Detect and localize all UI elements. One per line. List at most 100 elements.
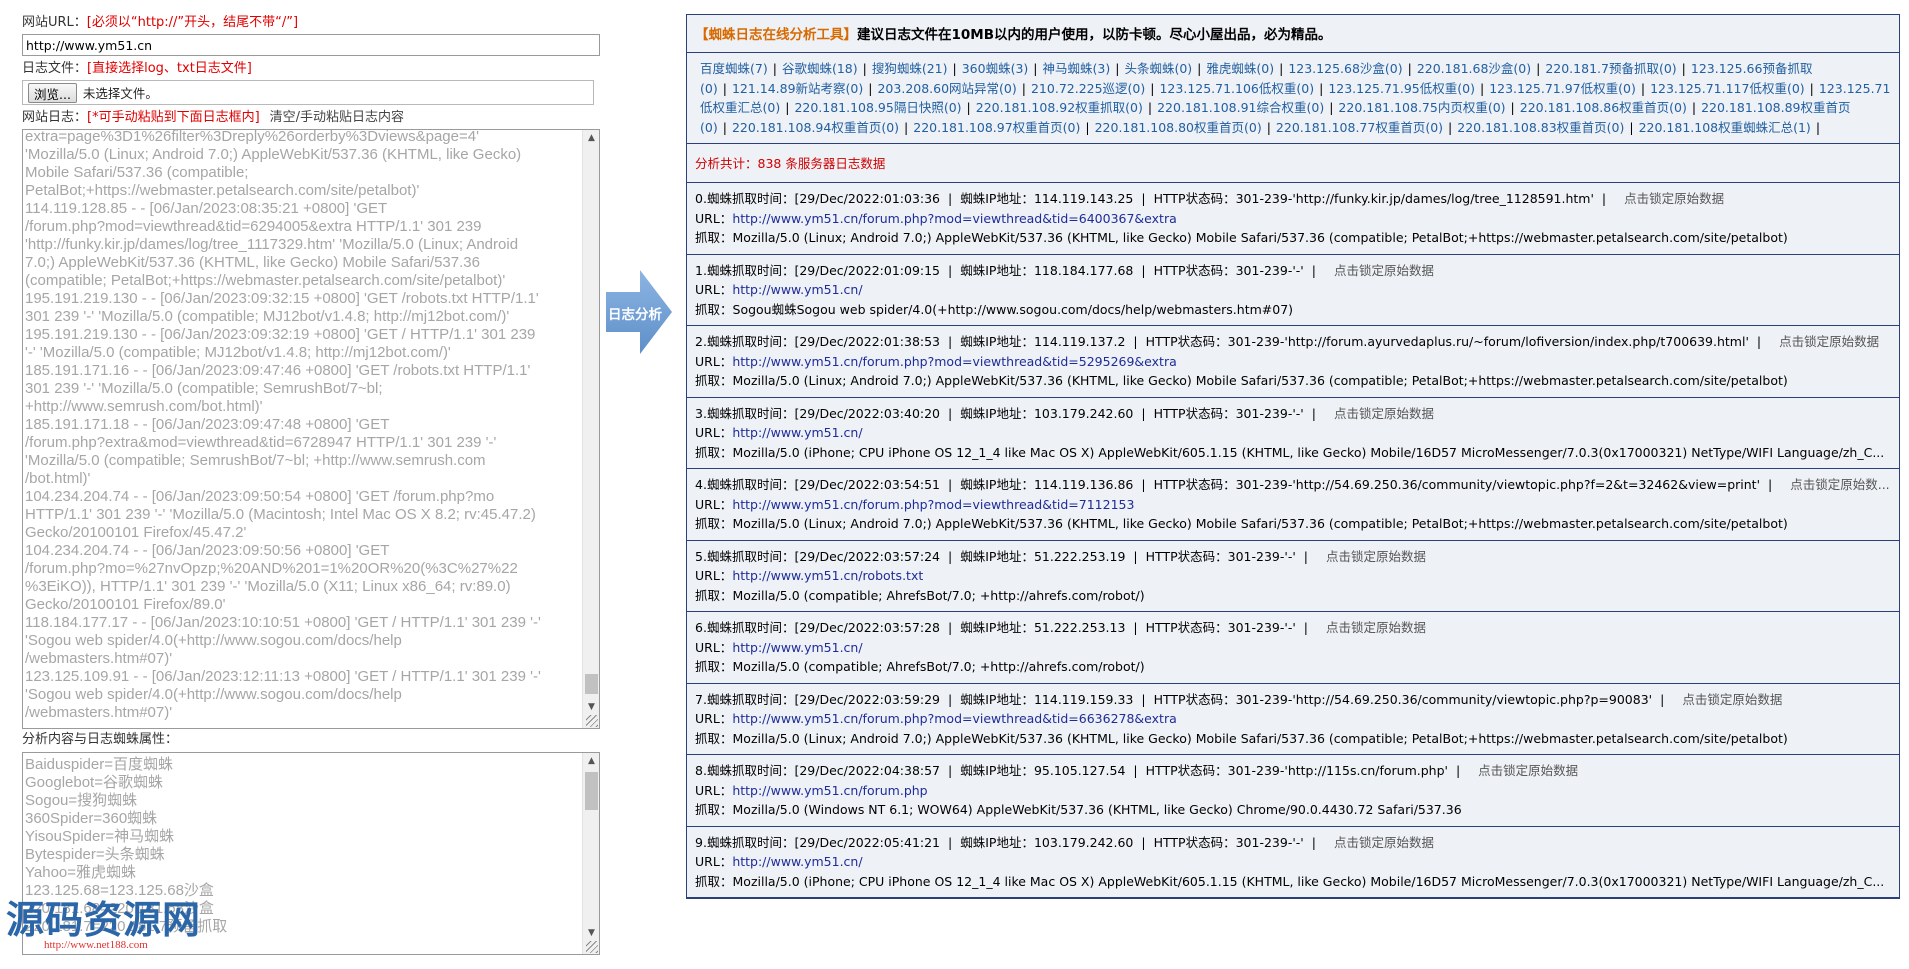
- resize-grip-icon[interactable]: [586, 715, 598, 727]
- entry-time: [29/Dec/2022:03:40:20: [794, 405, 941, 421]
- spider-count-link[interactable]: 搜狗蜘蛛(21): [872, 61, 948, 76]
- entry-url-link[interactable]: http://www.ym51.cn/forum.php?mod=viewthr…: [732, 497, 1134, 512]
- spider-count-link[interactable]: 123.125.68沙盒(0): [1288, 61, 1402, 76]
- spider-count-link[interactable]: 雅虎蜘蛛(0): [1206, 61, 1274, 76]
- separator: |: [1448, 119, 1453, 135]
- entry-url-link[interactable]: http://www.ym51.cn/robots.txt: [732, 568, 923, 583]
- spider-count-link[interactable]: 220.181.108.80权重首页(0): [1095, 120, 1262, 135]
- spider-count-link[interactable]: 220.181.108.75内页权重(0): [1338, 100, 1505, 115]
- analyze-label[interactable]: 日志分析: [606, 303, 664, 323]
- spider-count-link[interactable]: 神马蜘蛛(3): [1043, 61, 1111, 76]
- entry-meta-row: 6.蜘蛛抓取时间：[29/Dec/2022:03:57:28 | 蜘蛛IP地址：51…: [695, 618, 1891, 638]
- entry-status-label: HTTP状态码：: [1153, 691, 1236, 707]
- separator: |: [1115, 61, 1120, 76]
- lock-raw-data-link[interactable]: 点击锁定原始数据: [1326, 549, 1426, 564]
- lock-raw-data-link[interactable]: 点击锁定原始数...: [1790, 477, 1889, 492]
- log-scrollbar[interactable]: ▲ ▼: [582, 130, 599, 728]
- separator: |: [1021, 80, 1026, 96]
- lock-raw-data-link[interactable]: 点击锁定原始数据: [1334, 263, 1434, 278]
- entry-url-label: URL：: [695, 425, 733, 440]
- spider-summary: 百度蜘蛛(7) | 谷歌蜘蛛(18) | 搜狗蜘蛛(21) | 360蜘蛛(3) | 神马蜘蛛(…: [687, 53, 1899, 144]
- lock-raw-data-link[interactable]: 点击锁定原始数据: [1624, 191, 1724, 206]
- entry-index: 7.: [695, 691, 707, 707]
- entry-ip-label: 蜘蛛IP地址：: [960, 834, 1034, 850]
- separator: |: [1629, 119, 1634, 135]
- chevron-up-icon[interactable]: ▲: [583, 130, 599, 147]
- separator: |: [948, 262, 953, 278]
- separator: |: [952, 61, 957, 76]
- spider-count-link[interactable]: 220.181.108.94权重首页(0): [732, 120, 899, 135]
- entry-agent-label: 抓取：: [695, 659, 733, 674]
- log-entry: 8.蜘蛛抓取时间：[29/Dec/2022:04:38:57 | 蜘蛛IP地址：95…: [687, 755, 1899, 827]
- spider-count-link[interactable]: 220.181.108.95隔日快照(0): [794, 100, 961, 115]
- separator: |: [948, 763, 953, 778]
- spider-count-link[interactable]: 220.181.108.97权重首页(0): [913, 120, 1080, 135]
- separator: |: [966, 100, 971, 115]
- spider-count-link[interactable]: 203.208.60网站异常(0): [877, 81, 1016, 96]
- spider-count-link[interactable]: 123.125.71.95低权重(0): [1328, 81, 1475, 96]
- entry-url-label: URL：: [695, 282, 733, 297]
- spider-count-link[interactable]: 220.181.108.83权重首页(0): [1457, 120, 1624, 135]
- entry-agent-label: 抓取：: [695, 730, 733, 746]
- attr-scrollbar[interactable]: ▲ ▼: [582, 753, 599, 954]
- entry-url-label: URL：: [695, 854, 733, 869]
- entry-url-link[interactable]: http://www.ym51.cn/forum.php?mod=viewthr…: [732, 354, 1176, 369]
- spider-count-link[interactable]: 220.181.68沙盒(0): [1417, 61, 1531, 76]
- entry-ip-label: 蜘蛛IP地址：: [960, 405, 1034, 421]
- entry-url-row: URL：http://www.ym51.cn/forum.php?mod=vie…: [695, 495, 1891, 515]
- spider-count-link[interactable]: 220.181.108.92权重抓取(0): [976, 100, 1143, 115]
- entry-meta-row: 4.蜘蛛抓取时间：[29/Dec/2022:03:54:51 | 蜘蛛IP地址：11…: [695, 475, 1891, 495]
- entry-url-link[interactable]: http://www.ym51.cn/: [732, 282, 862, 297]
- log-scroll-thumb[interactable]: [585, 674, 598, 694]
- spider-count-link[interactable]: 121.14.89新站考察(0): [732, 81, 863, 96]
- lock-raw-data-link[interactable]: 点击锁定原始数据: [1682, 692, 1782, 707]
- spider-count-link[interactable]: 360蜘蛛(3): [962, 61, 1029, 76]
- entry-url-link[interactable]: http://www.ym51.cn/forum.php: [732, 783, 927, 798]
- lock-raw-data-link[interactable]: 点击锁定原始数据: [1326, 620, 1426, 635]
- spider-count-link[interactable]: 220.181.108.77权重首页(0): [1276, 120, 1443, 135]
- file-picker[interactable]: 浏览... 未选择文件。: [22, 80, 594, 105]
- spider-count-link[interactable]: 123.125.71.97低权重(0): [1489, 81, 1636, 96]
- entry-url-row: URL：http://www.ym51.cn/: [695, 280, 1891, 300]
- chevron-up-icon[interactable]: ▲: [583, 753, 599, 770]
- spider-count-link[interactable]: 头条蜘蛛(0): [1124, 61, 1192, 76]
- attr-scroll-thumb[interactable]: [585, 772, 598, 810]
- lock-raw-data-link[interactable]: 点击锁定原始数据: [1334, 835, 1434, 850]
- lock-raw-data-link[interactable]: 点击锁定原始数据: [1334, 406, 1434, 421]
- entry-url-link[interactable]: http://www.ym51.cn/forum.php?mod=viewthr…: [732, 211, 1176, 226]
- spider-count-link[interactable]: 123.125.71.106低权重(0): [1159, 81, 1314, 96]
- entry-url-label: URL：: [695, 568, 733, 583]
- chevron-down-icon[interactable]: ▼: [583, 925, 599, 942]
- entry-url-link[interactable]: http://www.ym51.cn/: [732, 640, 862, 655]
- separator: |: [1141, 405, 1146, 421]
- spider-count-link[interactable]: 220.181.7预备抓取(0): [1545, 61, 1676, 76]
- lock-raw-data-link[interactable]: 点击锁定原始数据: [1779, 334, 1879, 349]
- resize-grip-icon[interactable]: [586, 941, 598, 953]
- entry-status-label: HTTP状态码：: [1153, 191, 1236, 206]
- entry-index: 9.: [695, 834, 707, 850]
- clear-log-link[interactable]: 清空/手动粘贴日志内容: [270, 110, 404, 125]
- entry-url-link[interactable]: http://www.ym51.cn/: [732, 854, 862, 869]
- spider-count-link[interactable]: 210.72.225巡逻(0): [1031, 81, 1145, 96]
- separator: |: [948, 405, 953, 421]
- entry-url-link[interactable]: http://www.ym51.cn/forum.php?mod=viewthr…: [732, 711, 1176, 726]
- entry-ip: 51.222.253.19: [1033, 548, 1126, 564]
- spider-count-link[interactable]: 220.181.108权重蜘蛛汇总(1): [1639, 120, 1811, 135]
- spider-count-link[interactable]: 123.125.71.117低权重(0): [1650, 81, 1805, 96]
- entry-status: 301-239-'-': [1227, 548, 1296, 564]
- entry-ip-label: 蜘蛛IP地址：: [960, 477, 1034, 492]
- spider-count-link[interactable]: 220.181.108.91综合权重(0): [1157, 100, 1324, 115]
- entry-agent: Mozilla/5.0 (Linux; Android 7.0;) AppleW…: [732, 230, 1788, 245]
- entry-agent-label: 抓取：: [695, 373, 733, 388]
- spider-count-link[interactable]: 220.181.108.86权重首页(0): [1520, 100, 1687, 115]
- spider-count-link[interactable]: 谷歌蜘蛛(18): [782, 61, 858, 76]
- chevron-down-icon[interactable]: ▼: [583, 699, 599, 716]
- entry-status-label: HTTP状态码：: [1153, 405, 1236, 421]
- spider-count-link[interactable]: 百度蜘蛛(7): [700, 61, 768, 76]
- log-textarea[interactable]: extra=page%3D1%26filter%3Dreply%26orderb…: [22, 129, 600, 729]
- url-input[interactable]: [22, 34, 600, 56]
- entry-url-link[interactable]: http://www.ym51.cn/: [732, 425, 862, 440]
- browse-button[interactable]: 浏览...: [28, 82, 77, 103]
- lock-raw-data-link[interactable]: 点击锁定原始数据: [1478, 763, 1578, 778]
- separator: |: [1319, 80, 1324, 96]
